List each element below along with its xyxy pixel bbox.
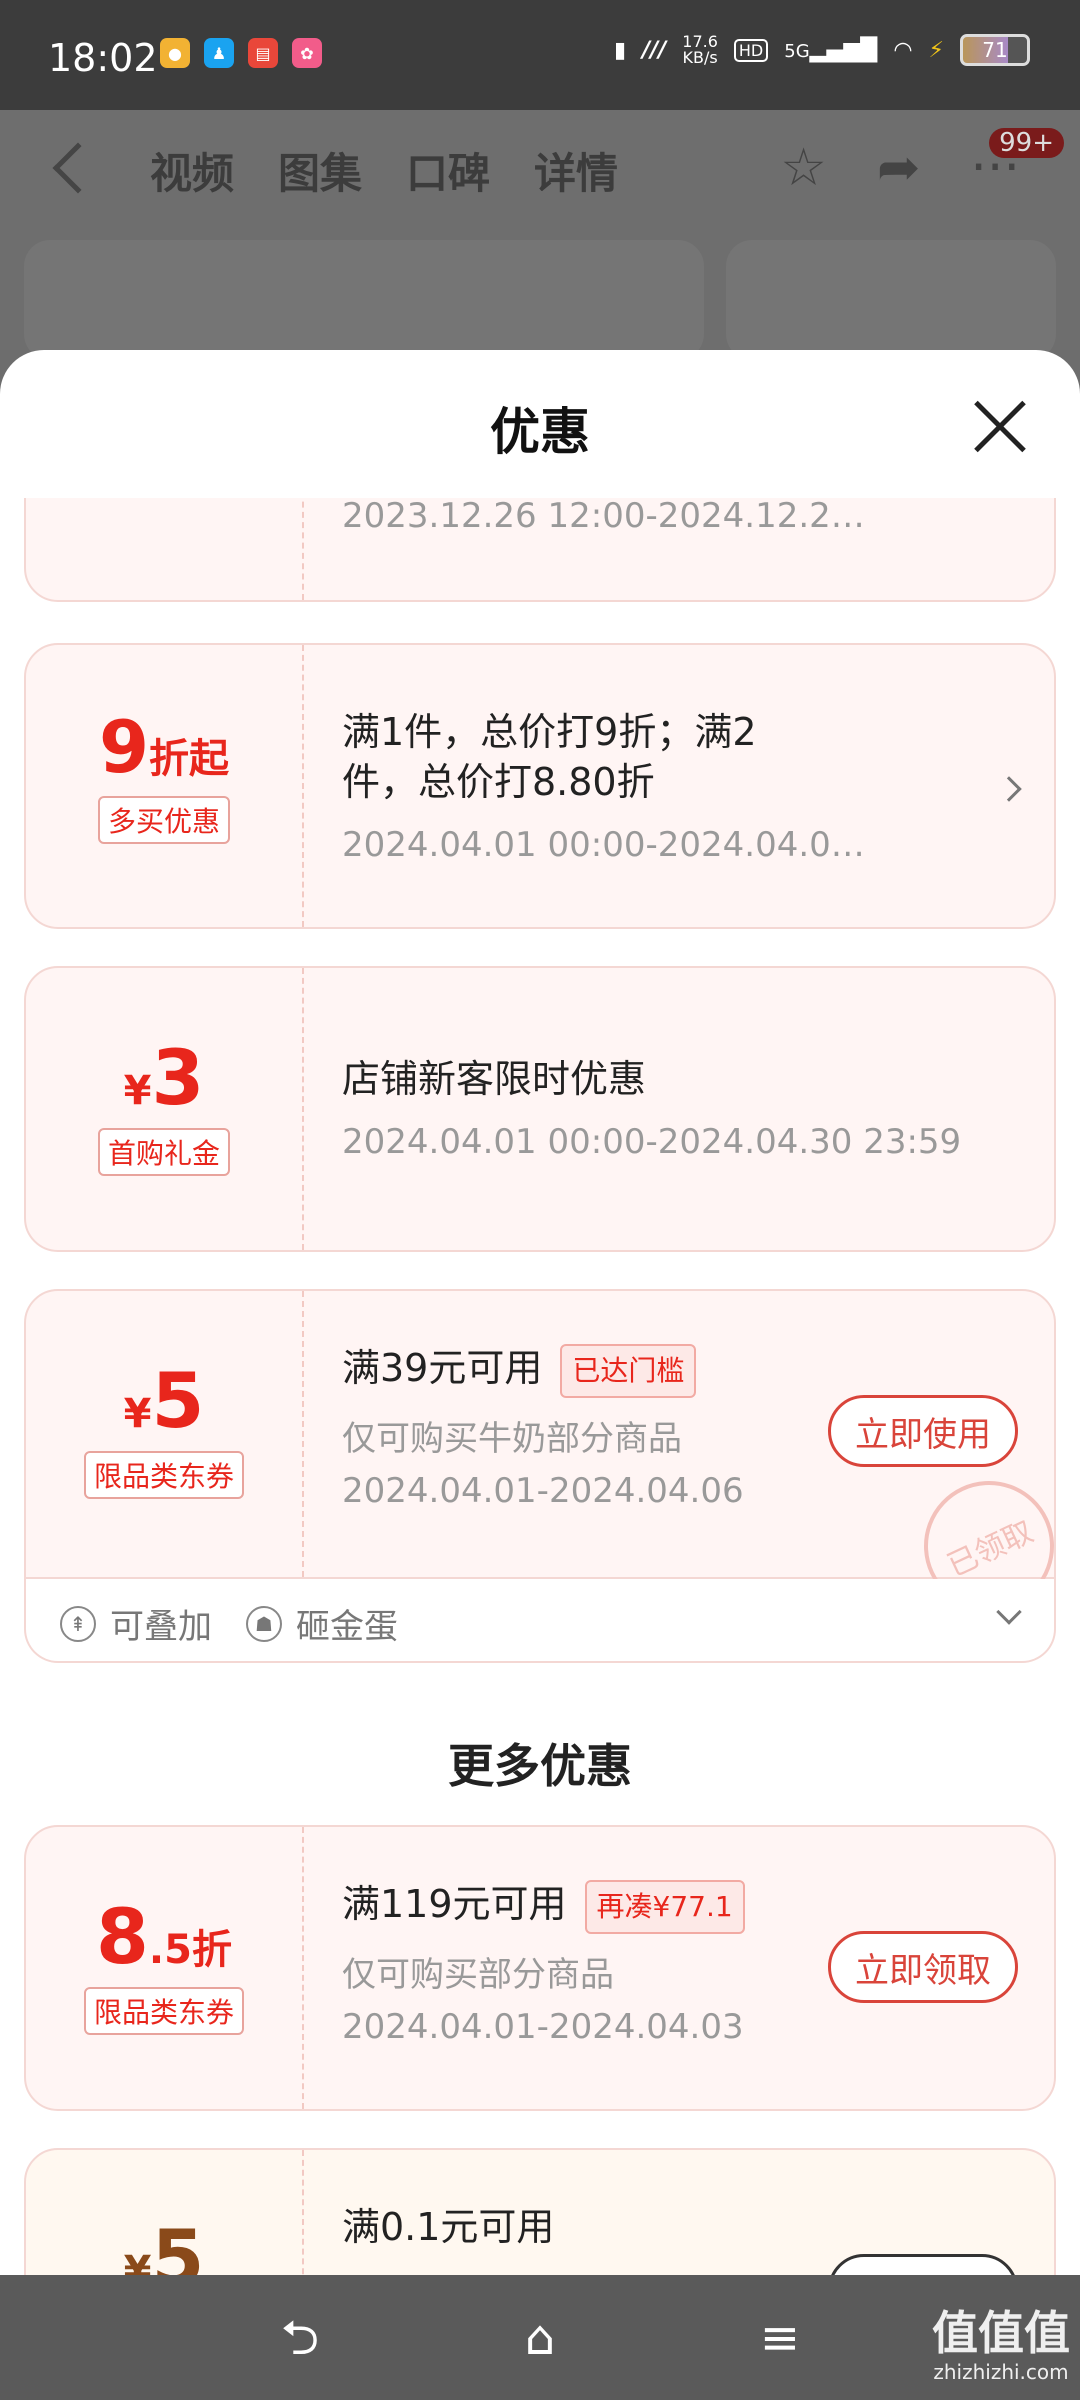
golden-egg-text: 砸金蛋 [296,1607,398,1647]
coupon-tag: 限品类东券 [83,1451,244,1499]
charging-icon: ⚡ [928,37,944,63]
tab-details[interactable]: 详情 [534,140,618,201]
share-icon[interactable]: ➦ [877,138,921,198]
claimed-stamp-label: 已领取 [942,1514,1039,1585]
coupon-sheet: 优惠 2023.12.26 12:00-2024.12.2… 9折起 多买优惠 … [0,350,1080,2275]
favorite-star-icon[interactable]: ☆ [780,138,827,198]
coupon-date: 2024.04.01 00:00-2024.04.0… [342,825,865,865]
tab-reviews[interactable]: 口碑 [406,140,490,201]
home-nav-icon[interactable]: ⌂ [512,2314,568,2362]
stack-icon: ⇞ [60,1605,96,1642]
wifi-icon: ◠ [893,37,913,63]
coupon-title: 满0.1元可用 [342,2205,555,2249]
stackable-text: 可叠加 [110,1607,212,1647]
coupon-tag: 首购礼金 [97,1128,230,1176]
coupon-date: 2024.04.01-2024.04.03 [342,2007,744,2047]
back-nav-icon[interactable]: ⮌ [272,2314,328,2362]
notes-app-icon: ▤ [248,38,278,68]
coupon-amount: 5 [151,1356,205,1445]
back-icon[interactable] [52,142,104,194]
coupon-amount: 8 [96,1892,149,1981]
coupon-list[interactable]: 2023.12.26 12:00-2024.12.2… 9折起 多买优惠 满1件… [0,498,1080,2275]
signal-label: 5G [784,40,810,62]
status-bar: 18:02 ● ♟ ▤ ✿ ▮ /// 17.6 KB/s HD 5G▂▄▆█ … [0,0,1080,110]
signal-icon: 5G▂▄▆█ [784,37,878,63]
coupon-desc: 仅可购买牛奶部分商品 [342,1419,682,1459]
coupon-tag: 限品类东券 [83,1987,244,2035]
coupon-tag: 多买优惠 [97,796,230,844]
coupon-currency: ¥ [123,1068,152,1114]
tab-gallery[interactable]: 图集 [278,140,362,201]
hd-icon: HD [733,38,769,62]
net-speed-unit: KB/s [682,48,718,67]
coupon-unit: 折起 [149,736,230,782]
watermark-url: zhizhizhi.com [933,2360,1069,2384]
coupon-card[interactable]: 9折起 多买优惠 满1件，总价打9折；满2 件，总价打8.80折 2024.04… [24,643,1056,929]
douyin-app-icon: ● [160,38,190,68]
coupon-currency: ¥ [123,1391,152,1437]
coupon-card[interactable]: 8.5折 限品类东券 满119元可用 再凑¥77.1 仅可购买部分商品 2024.… [24,1825,1056,2111]
product-image-card [726,240,1056,360]
status-time: 18:02 [48,36,158,80]
coupon-amount: 3 [151,1033,205,1122]
golden-egg-label: ☗ 砸金蛋 [246,1599,398,1648]
background-page: 视频 图集 口碑 详情 ☆ ➦ ··· 99+ [0,110,1080,360]
coupon-currency: ¥ [123,2248,152,2275]
coupon-extras: ⇞ 可叠加 ☗ 砸金蛋 [24,1579,1056,1663]
coupon-amount: 9 [98,705,150,789]
coupon-title: 店铺新客限时优惠 [342,1057,647,1101]
vibrate-icon: ▮ [614,37,627,63]
coupon-amount: 5 [151,2213,205,2276]
coupon-title-line1: 满1件，总价打9折；满2 [342,710,757,754]
coupon-card[interactable]: ¥5 满0.1元可用 [24,2148,1056,2275]
claim-button[interactable] [828,2254,1018,2275]
battery-icon: 71 [960,34,1030,66]
sheet-title: 优惠 [490,403,590,461]
threshold-badge: 已达门槛 [560,1343,697,1398]
message-badge: 99+ [989,128,1064,158]
coupon-title: 满119元可用 [342,1882,567,1926]
nfc-icon: /// [642,37,667,63]
site-watermark: 值值值 zhizhizhi.com [932,2310,1070,2382]
claim-now-button[interactable]: 立即领取 [828,1931,1018,2003]
coupon-card[interactable]: ¥3 首购礼金 店铺新客限时优惠 2024.04.01 00:00-2024.0… [24,966,1056,1252]
chevron-down-icon[interactable] [996,1599,1022,1625]
use-now-button[interactable]: 立即使用 [828,1395,1018,1467]
coupon-date: 2023.12.26 12:00-2024.12.2… [342,498,865,536]
stackable-label: ⇞ 可叠加 [60,1599,212,1648]
coupon-date: 2024.04.01-2024.04.06 [342,1471,744,1511]
watermark-logo: 值值值 [932,2306,1070,2360]
close-icon[interactable] [972,398,1028,454]
coupon-unit: .5折 [148,1927,232,1973]
menu-nav-icon[interactable]: ≡ [752,2314,808,2362]
tuya-app-icon: ✿ [292,38,322,68]
chevron-right-icon[interactable] [996,776,1022,802]
coupon-card[interactable]: 2023.12.26 12:00-2024.12.2… [24,498,1056,602]
coupon-date: 2024.04.01 00:00-2024.04.30 23:59 [342,1122,962,1162]
qq-app-icon: ♟ [204,38,234,68]
top-up-badge: 再凑¥77.1 [584,1879,745,1934]
tab-video[interactable]: 视频 [150,140,234,201]
egg-icon: ☗ [246,1605,282,1642]
battery-level: 71 [982,38,1008,62]
system-nav-bar: ⮌ ⌂ ≡ [0,2275,1080,2400]
coupon-desc: 仅可购买部分商品 [342,1955,614,1995]
coupon-title-line2: 件，总价打8.80折 [342,760,655,804]
more-offers-title: 更多优惠 [448,1739,632,1793]
coupon-card[interactable]: ¥5 限品类东券 满39元可用 已达门槛 仅可购买牛奶部分商品 2024.04.0… [24,1289,1076,1633]
coupon-title: 满39元可用 [342,1346,543,1390]
product-image-card [24,240,704,360]
